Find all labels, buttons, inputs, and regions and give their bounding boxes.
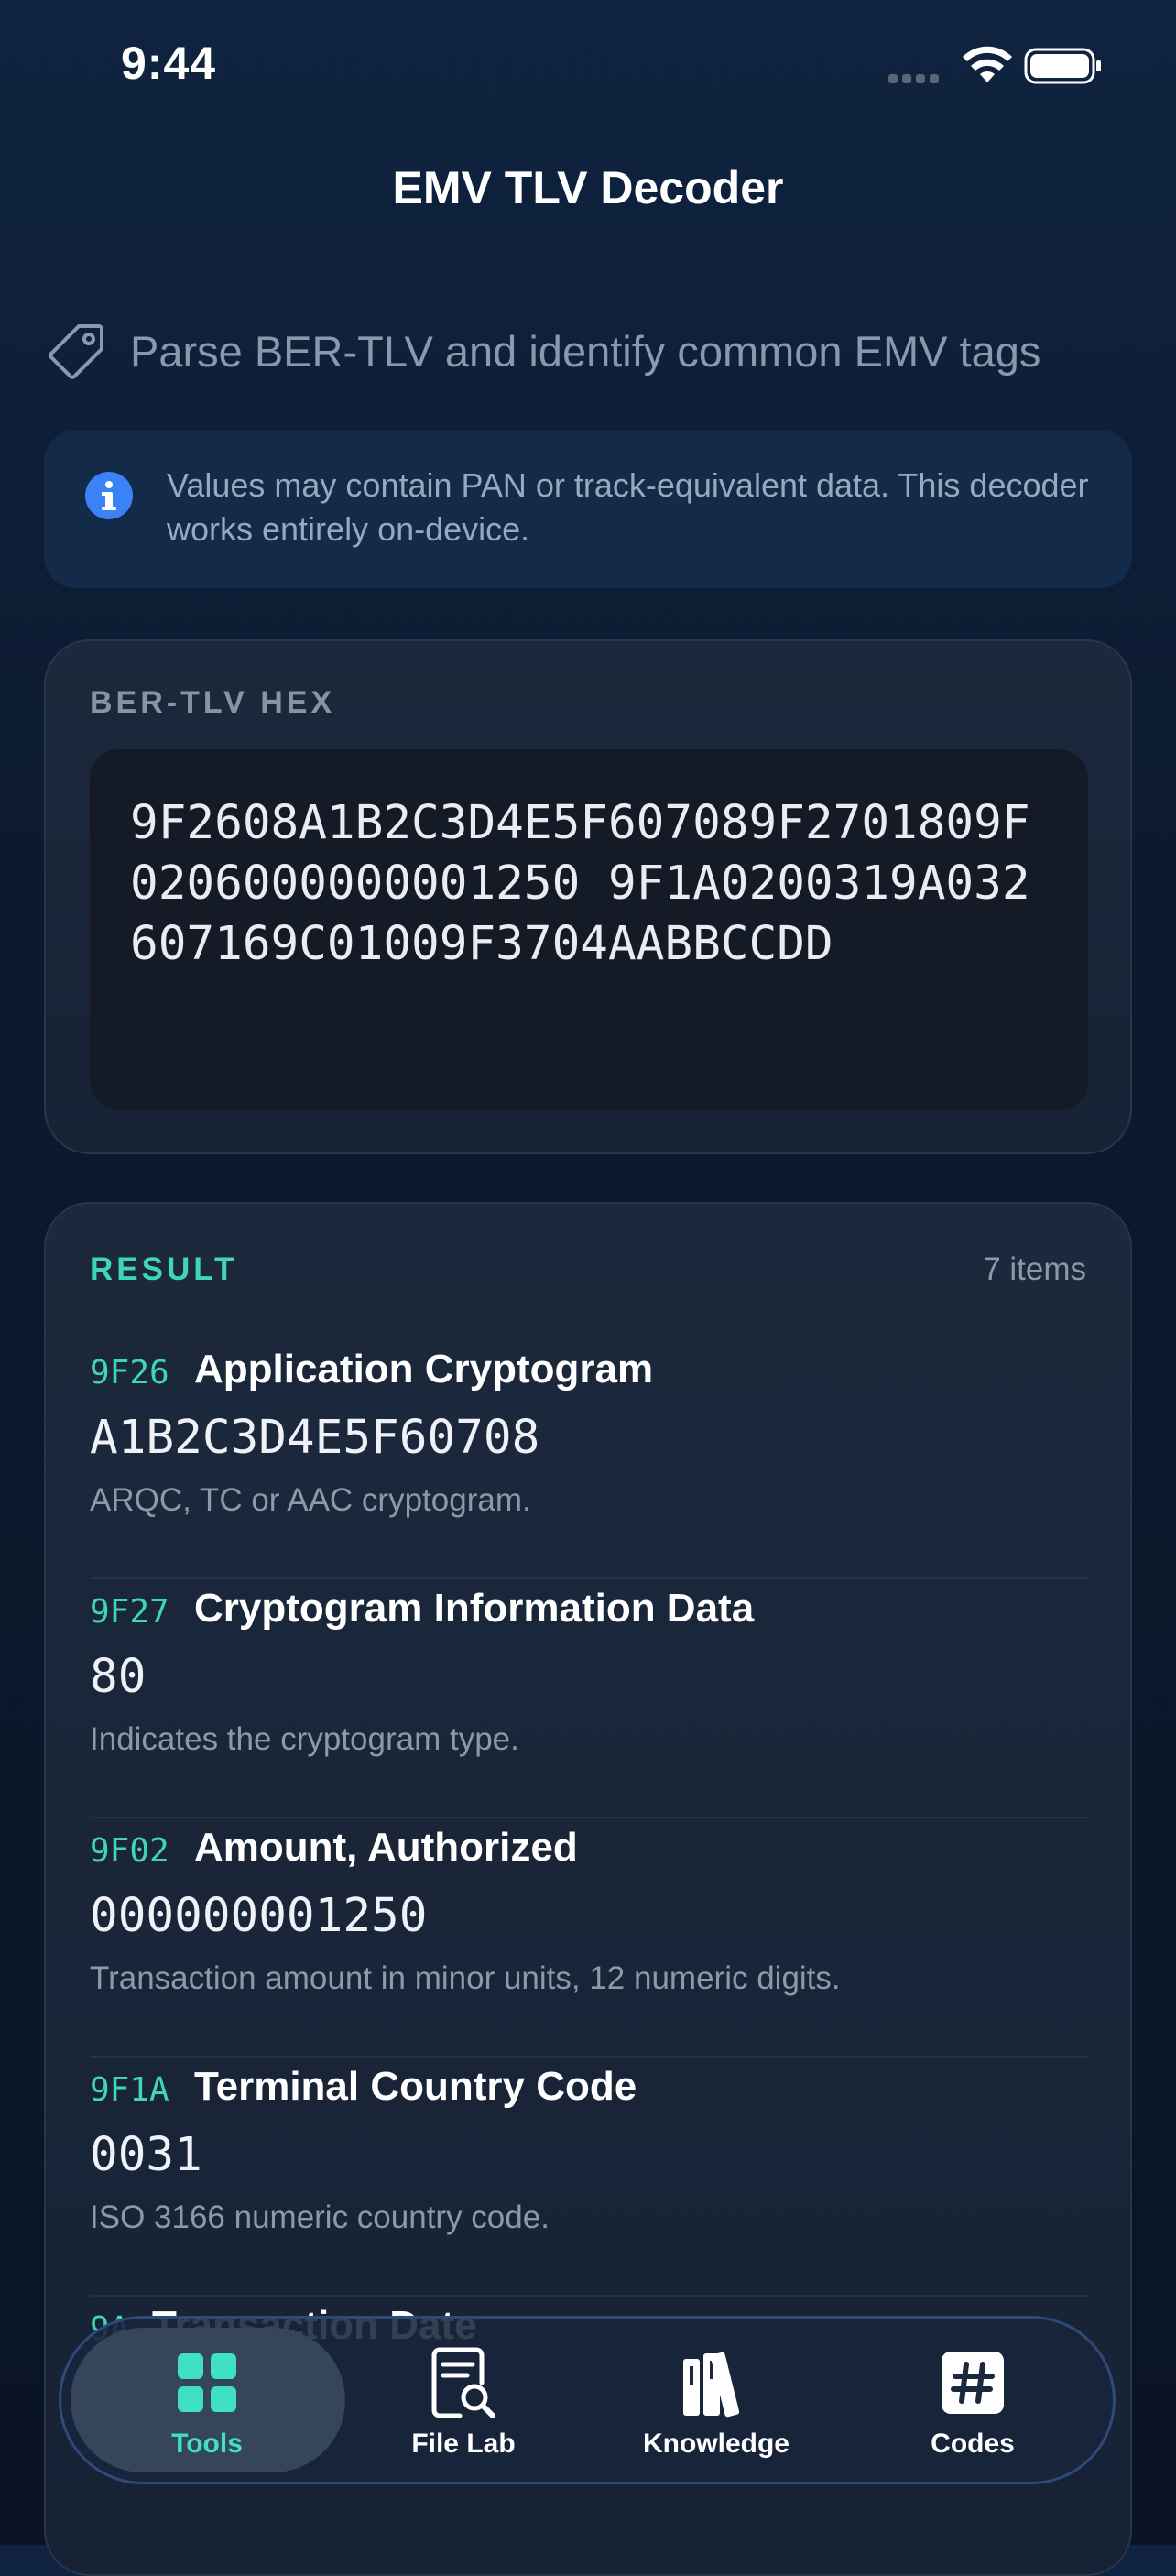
tag-code: 9F27: [90, 1593, 169, 1631]
cellular-signal-icon: [888, 71, 943, 83]
tag-code: 9F1A: [90, 2071, 169, 2109]
page-title: EMV TLV Decoder: [392, 162, 784, 213]
tag-value: A1B2C3D4E5F60708: [90, 1411, 540, 1465]
tab-label: Knowledge: [642, 2429, 789, 2459]
tag-code: 9F02: [90, 1832, 169, 1870]
document-search-icon: [431, 2347, 495, 2418]
hex-input-field[interactable]: 9F2608A1B2C3D4E5F607089F2701809F02060000…: [90, 749, 1088, 1110]
tag-description: ARQC, TC or AAC cryptogram.: [90, 1482, 531, 1518]
wifi-icon: [963, 46, 1012, 82]
list-item[interactable]: 9F1A Terminal Country Code 0031 ISO 3166…: [90, 2055, 1088, 2297]
tag-name: Cryptogram Information Data: [194, 1586, 755, 1631]
tab-label: Codes: [931, 2429, 1015, 2459]
list-item[interactable]: 9F02 Amount, Authorized 000000001250 Tra…: [90, 1816, 1088, 2058]
battery-icon: [1024, 48, 1101, 84]
tag-name: Application Cryptogram: [194, 1347, 654, 1392]
grid-icon: [178, 2353, 236, 2412]
tab-bar: Tools File Lab Knowledge Codes: [59, 2316, 1116, 2484]
hex-input-value: 9F2608A1B2C3D4E5F607089F2701809F02060000…: [130, 796, 1030, 971]
result-label: RESULT: [90, 1251, 238, 1287]
tab-label: Tools: [171, 2429, 243, 2459]
tag-value: 80: [90, 1650, 147, 1704]
input-label: BER-TLV HEX: [90, 685, 336, 720]
info-banner: Values may contain PAN or track-equivale…: [44, 431, 1132, 588]
tag-description: ISO 3166 numeric country code.: [90, 2199, 550, 2235]
status-bar: 9:44: [0, 0, 1176, 137]
tab-file-lab[interactable]: File Lab: [340, 2319, 587, 2482]
list-item[interactable]: 9F27 Cryptogram Information Data 80 Indi…: [90, 1577, 1088, 1818]
subtitle-row: Parse BER-TLV and identify common EMV ta…: [46, 321, 1040, 381]
tag-name: Terminal Country Code: [194, 2064, 637, 2109]
subtitle-text: Parse BER-TLV and identify common EMV ta…: [130, 326, 1041, 376]
tab-label: File Lab: [411, 2429, 516, 2459]
tab-tools[interactable]: Tools: [83, 2319, 331, 2482]
hash-icon: [942, 2352, 1004, 2414]
books-icon: [683, 2352, 740, 2418]
tag-value: 000000001250: [90, 1889, 428, 1943]
info-text: Values may contain PAN or track-equivale…: [167, 466, 1089, 548]
input-card: BER-TLV HEX 9F2608A1B2C3D4E5F607089F2701…: [44, 639, 1132, 1154]
tag-code: 9F26: [90, 1354, 169, 1392]
tag-name: Amount, Authorized: [194, 1825, 578, 1870]
tab-knowledge[interactable]: Knowledge: [593, 2319, 840, 2482]
tab-codes[interactable]: Codes: [849, 2319, 1096, 2482]
result-count: 7 items: [983, 1251, 1086, 1287]
tag-description: Transaction amount in minor units, 12 nu…: [90, 1960, 841, 1996]
status-time: 9:44: [121, 38, 217, 89]
list-item[interactable]: 9F26 Application Cryptogram A1B2C3D4E5F6…: [90, 1337, 1088, 1579]
tag-value: 0031: [90, 2128, 202, 2182]
tag-icon: [49, 324, 103, 379]
info-icon: [85, 472, 133, 519]
tag-description: Indicates the cryptogram type.: [90, 1721, 519, 1757]
